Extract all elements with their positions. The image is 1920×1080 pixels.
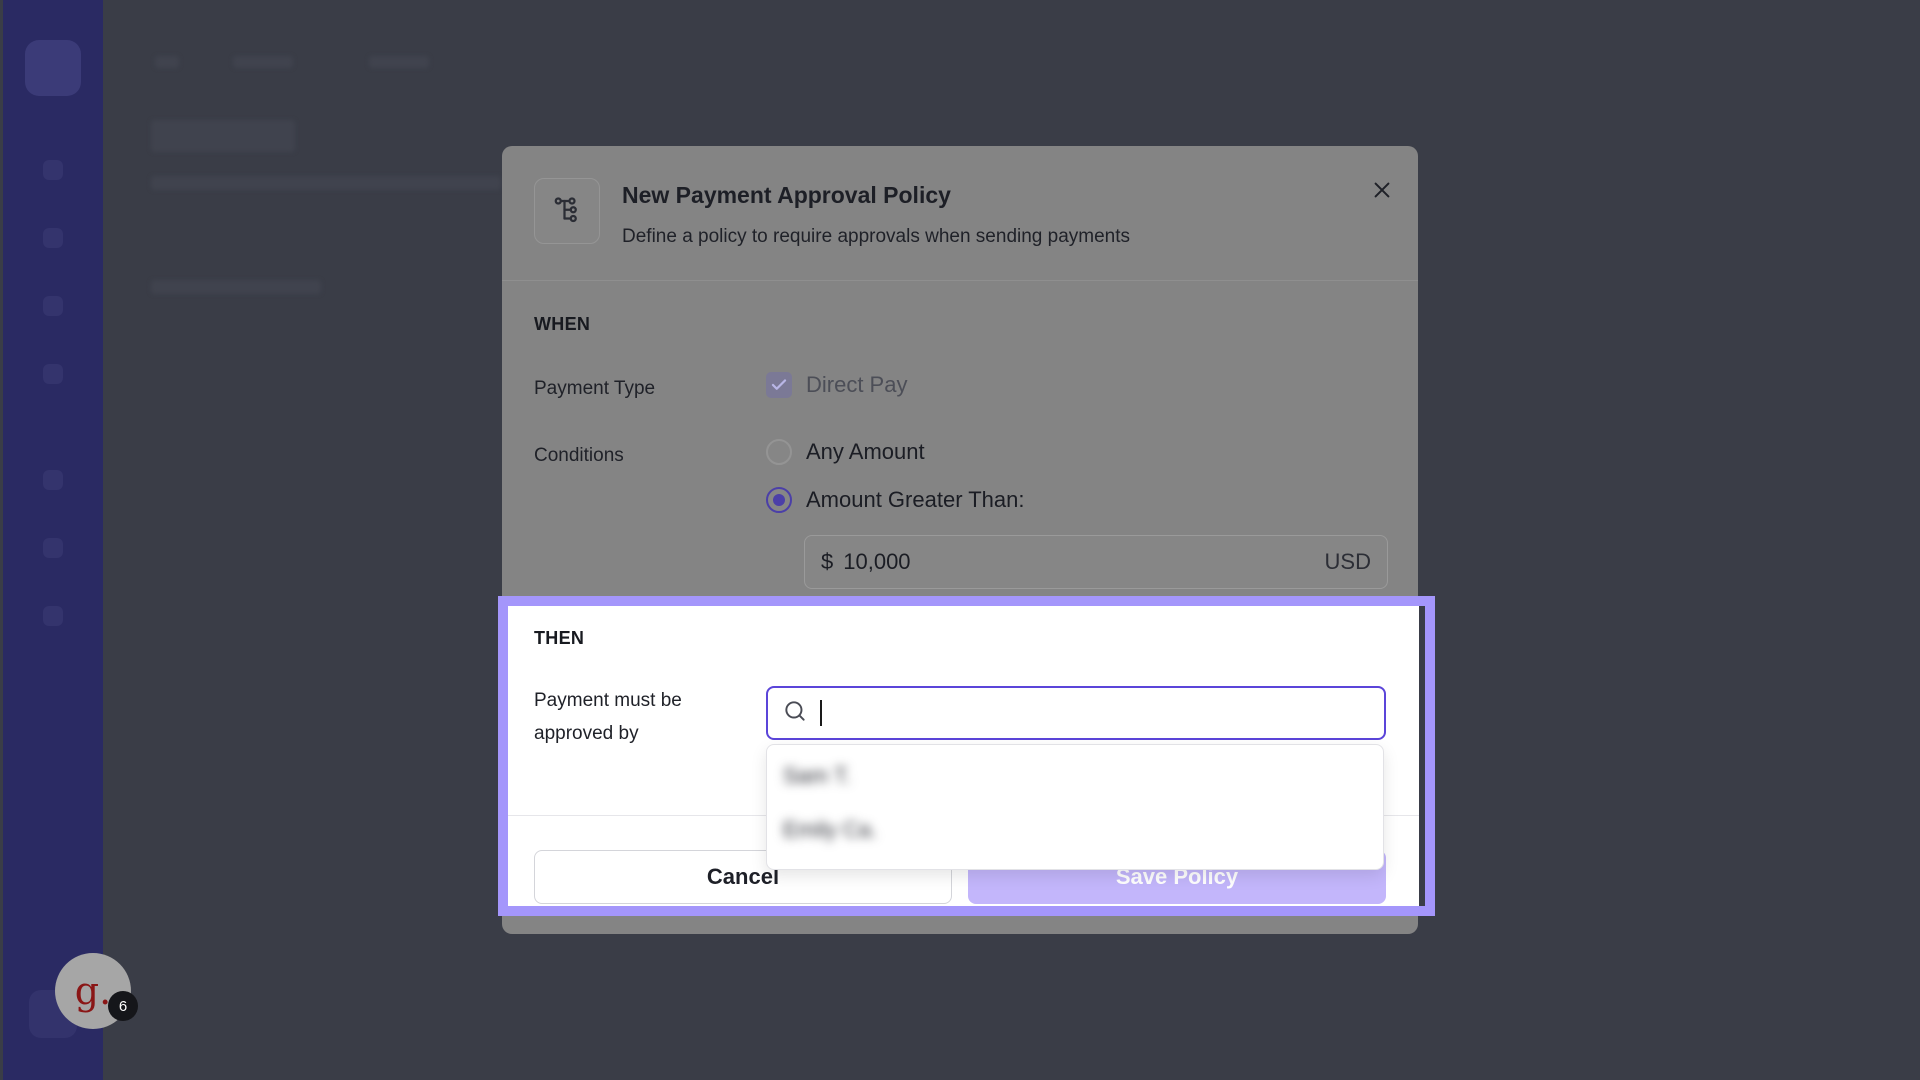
currency-symbol: $ (821, 549, 834, 574)
nav-item-icon (43, 470, 63, 490)
any-amount-radio-row[interactable]: Any Amount (766, 439, 925, 465)
app-logo (25, 40, 81, 96)
nav-item-icon (43, 296, 63, 316)
nav-item-icon (43, 228, 63, 248)
when-section-title: WHEN (534, 314, 591, 334)
approver-option[interactable]: Emily Ca. (783, 817, 877, 843)
app-sidebar (3, 0, 103, 1080)
nav-item-icon (43, 538, 63, 558)
close-icon[interactable] (1364, 172, 1400, 208)
breadcrumb (233, 56, 293, 68)
nav-item-icon (43, 364, 63, 384)
approver-option[interactable]: Sam T. (783, 763, 851, 789)
then-section-title: THEN (534, 628, 585, 648)
nav-item-icon (43, 606, 63, 626)
page-title (151, 120, 295, 152)
currency-code: USD (1324, 549, 1371, 574)
breadcrumb (155, 56, 179, 68)
approver-dropdown: Sam T. Emily Ca. (766, 744, 1384, 870)
direct-pay-label: Direct Pay (806, 372, 908, 397)
approver-label: Payment must be approved by (534, 684, 682, 750)
workflow-tree-icon (534, 178, 600, 244)
conditions-label: Conditions (534, 445, 624, 466)
approver-label-line1: Payment must be (534, 690, 682, 711)
modal-header: New Payment Approval Policy Define a pol… (502, 146, 1418, 281)
amount-value: 10,000 (843, 549, 911, 574)
page-description (151, 176, 501, 190)
then-section: THEN Payment must be approved by Cancel … (508, 606, 1419, 906)
amount-greater-radio[interactable] (766, 487, 792, 513)
notification-badge: 6 (108, 991, 138, 1021)
text-caret (820, 700, 822, 726)
modal-subtitle: Define a policy to require approvals whe… (622, 226, 1131, 247)
direct-pay-checkbox-row[interactable]: Direct Pay (766, 372, 907, 398)
payment-type-label: Payment Type (534, 378, 656, 399)
amount-greater-label: Amount Greater Than: (806, 487, 1025, 512)
direct-pay-checkbox[interactable] (766, 372, 792, 398)
tab-label (151, 280, 321, 294)
any-amount-radio[interactable] (766, 439, 792, 465)
nav-item-icon (43, 160, 63, 180)
amount-input[interactable]: $ 10,000 USD (804, 535, 1388, 589)
any-amount-label: Any Amount (806, 439, 925, 464)
amount-greater-radio-row[interactable]: Amount Greater Than: (766, 487, 1025, 513)
approver-label-line2: approved by (534, 723, 639, 744)
approver-search-input[interactable] (766, 686, 1386, 740)
search-icon (782, 698, 808, 729)
modal-title: New Payment Approval Policy (622, 182, 951, 208)
breadcrumb (369, 56, 429, 68)
